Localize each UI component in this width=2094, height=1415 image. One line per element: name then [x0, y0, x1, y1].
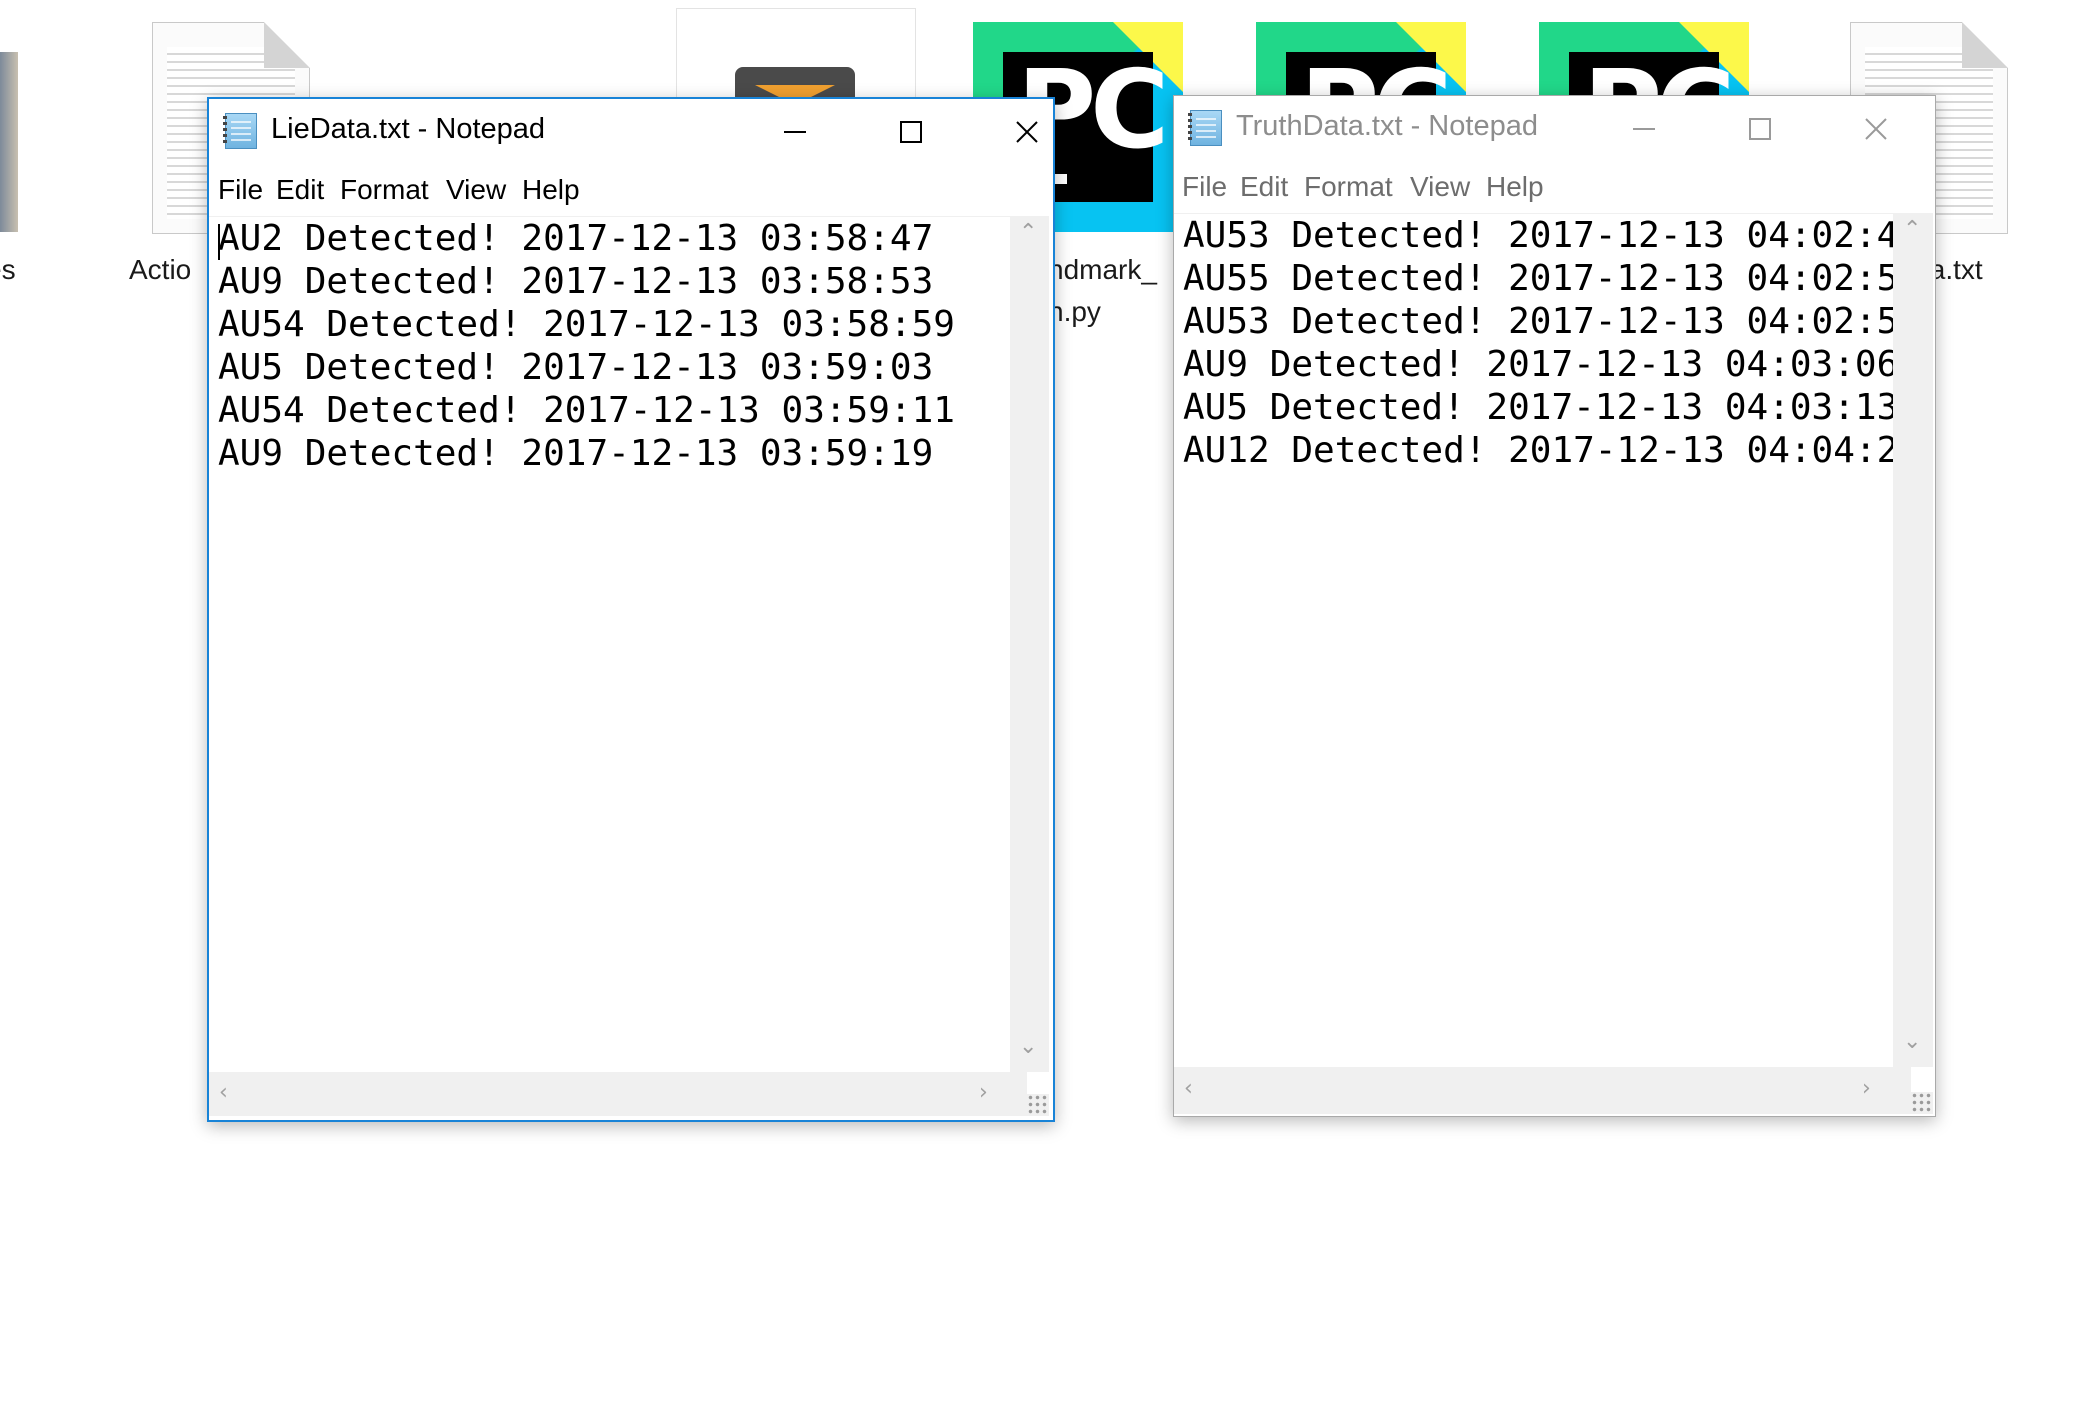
vertical-scrollbar[interactable]: ⌃ ⌄	[1893, 213, 1933, 1067]
menu-bar: File Edit Format View Help	[1174, 161, 1935, 213]
menu-edit[interactable]: Edit	[276, 174, 324, 206]
desktop-icon-label: n.py	[1048, 296, 1101, 327]
menu-edit[interactable]: Edit	[1240, 171, 1288, 203]
scroll-up-arrow-icon[interactable]: ⌃	[1019, 220, 1037, 245]
minimize-button[interactable]	[1586, 96, 1702, 161]
maximize-button[interactable]	[853, 99, 969, 164]
scroll-down-arrow-icon[interactable]: ⌄	[1903, 1029, 1921, 1054]
scroll-up-arrow-icon[interactable]: ⌃	[1903, 217, 1921, 242]
close-icon	[1865, 118, 1887, 140]
menu-view[interactable]: View	[1410, 171, 1470, 203]
menu-format[interactable]: Format	[340, 174, 429, 206]
text-line: AU5 Detected! 2017-12-13 04:03:13	[1183, 387, 1893, 428]
maximize-icon	[900, 121, 922, 143]
notepad-window-liedata[interactable]: LieData.txt - Notepad File Edit Format V…	[207, 97, 1055, 1122]
close-icon	[1016, 121, 1038, 143]
app-shortcut-icon[interactable]	[676, 8, 916, 127]
minimize-icon	[784, 131, 806, 133]
text-editor[interactable]: AU2 Detected! 2017-12-13 03:58:47 AU9 De…	[209, 216, 1010, 1073]
minimize-button[interactable]	[737, 99, 853, 164]
minimize-icon	[1633, 128, 1655, 130]
desktop-icon-partial-image[interactable]	[0, 52, 18, 232]
horizontal-scrollbar[interactable]: ‹ ›	[209, 1072, 1027, 1116]
text-line: AU9 Detected! 2017-12-13 03:59:19	[218, 433, 934, 474]
notepad-icon	[223, 113, 257, 149]
notepad-window-truthdata[interactable]: TruthData.txt - Notepad File Edit Format…	[1173, 95, 1936, 1117]
maximize-button[interactable]	[1702, 96, 1818, 161]
horizontal-scrollbar[interactable]: ‹ ›	[1174, 1067, 1911, 1114]
menu-help[interactable]: Help	[522, 174, 580, 206]
text-editor[interactable]: AU53 Detected! 2017-12-13 04:02:47 AU55 …	[1174, 213, 1893, 1068]
title-bar[interactable]: TruthData.txt - Notepad	[1174, 96, 1935, 161]
title-bar[interactable]: LieData.txt - Notepad	[209, 99, 1053, 164]
vertical-scrollbar[interactable]: ⌃ ⌄	[1010, 216, 1049, 1072]
menu-file[interactable]: File	[218, 174, 263, 206]
text-line: AU54 Detected! 2017-12-13 03:59:11	[218, 390, 955, 431]
text-line: AU53 Detected! 2017-12-13 04:02:47	[1183, 215, 1893, 256]
window-title: TruthData.txt - Notepad	[1236, 110, 1538, 142]
text-line: AU55 Detected! 2017-12-13 04:02:54	[1183, 258, 1893, 299]
scroll-down-arrow-icon[interactable]: ⌄	[1019, 1034, 1037, 1059]
scroll-right-arrow-icon[interactable]: ›	[979, 1080, 988, 1105]
maximize-icon	[1749, 118, 1771, 140]
resize-grip-icon[interactable]	[1027, 1094, 1049, 1116]
desktop-icon-label: es	[0, 254, 16, 285]
menu-help[interactable]: Help	[1486, 171, 1544, 203]
menu-format[interactable]: Format	[1304, 171, 1393, 203]
close-button[interactable]	[969, 99, 1085, 164]
menu-bar: File Edit Format View Help	[209, 164, 1053, 216]
text-line: AU12 Detected! 2017-12-13 04:04:22	[1183, 430, 1893, 471]
scroll-left-arrow-icon[interactable]: ‹	[1184, 1076, 1193, 1101]
menu-view[interactable]: View	[446, 174, 506, 206]
desktop-icon-label: Actio	[129, 254, 192, 285]
text-line: AU5 Detected! 2017-12-13 03:59:03	[218, 347, 934, 388]
text-line: AU9 Detected! 2017-12-13 03:58:53	[218, 261, 934, 302]
desktop-icon-label: ndmark_	[1048, 254, 1157, 285]
scroll-left-arrow-icon[interactable]: ‹	[219, 1080, 228, 1105]
text-line: AU2 Detected! 2017-12-13 03:58:47	[218, 218, 934, 259]
window-title: LieData.txt - Notepad	[271, 113, 546, 145]
text-line: AU53 Detected! 2017-12-13 04:02:59	[1183, 301, 1893, 342]
text-line: AU54 Detected! 2017-12-13 03:58:59	[218, 304, 955, 345]
notepad-icon	[1188, 110, 1222, 146]
text-line: AU9 Detected! 2017-12-13 04:03:06	[1183, 344, 1893, 385]
scroll-right-arrow-icon[interactable]: ›	[1862, 1076, 1871, 1101]
resize-grip-icon[interactable]	[1911, 1092, 1933, 1114]
menu-file[interactable]: File	[1182, 171, 1227, 203]
close-button[interactable]	[1818, 96, 1934, 161]
